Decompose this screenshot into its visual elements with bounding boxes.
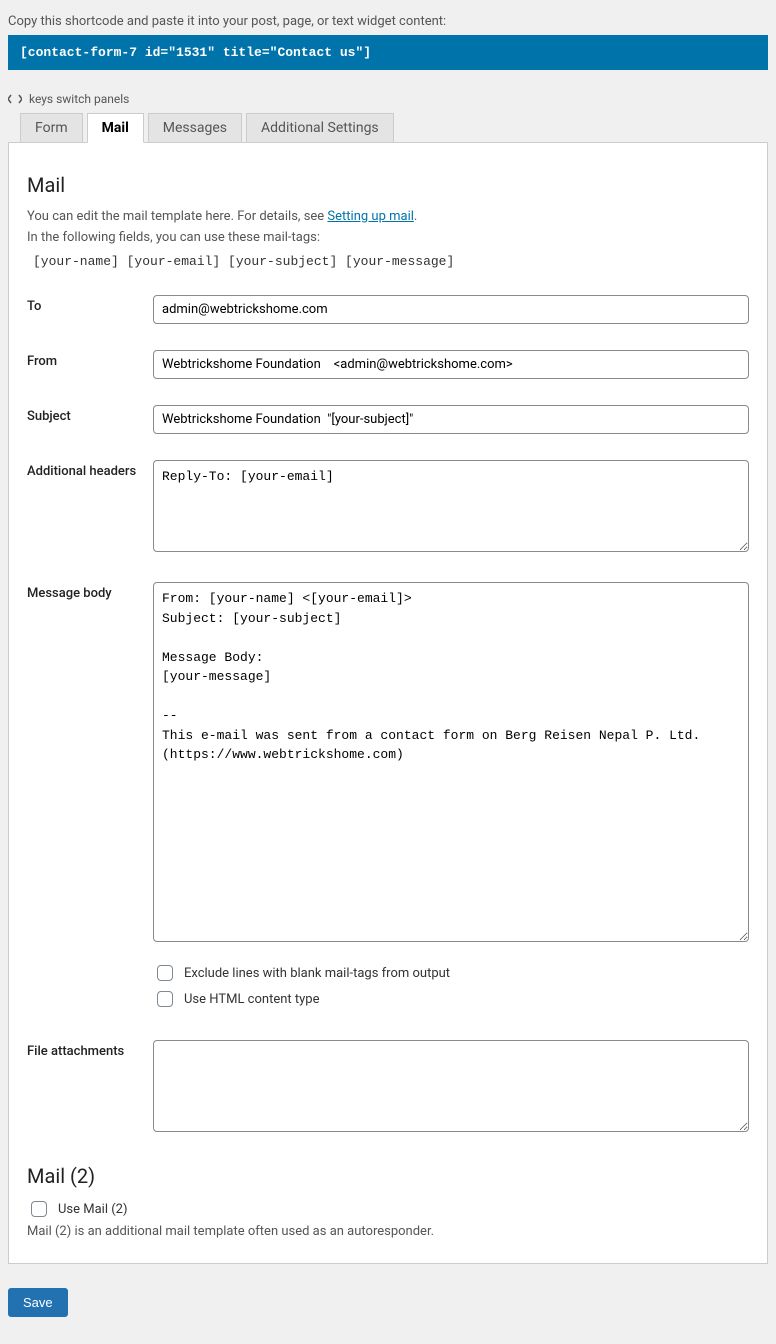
use-html-label[interactable]: Use HTML content type [184,992,319,1007]
shortcode-code[interactable]: [contact-form-7 id="1531" title="Contact… [8,35,768,70]
mail-intro2: In the following fields, you can use the… [27,230,320,245]
use-mail2-checkbox[interactable] [31,1201,47,1217]
additional-headers-input[interactable] [153,460,749,552]
additional-headers-label: Additional headers [27,460,153,556]
keys-switch-text: keys switch panels [29,92,129,106]
keys-switch-hint: keys switch panels [8,92,768,107]
tab-messages[interactable]: Messages [148,113,242,143]
subject-input[interactable] [153,405,749,434]
file-attachments-label: File attachments [27,1040,153,1136]
mail2-hint: Mail (2) is an additional mail template … [27,1224,749,1239]
exclude-blank-checkbox[interactable] [157,965,173,981]
shortcode-instruction: Copy this shortcode and paste it into yo… [8,14,768,29]
tab-nav: Form Mail Messages Additional Settings [8,113,768,143]
from-label: From [27,350,153,379]
to-input[interactable] [153,295,749,324]
mail2-section-title: Mail (2) [27,1164,749,1188]
tab-form[interactable]: Form [20,113,83,143]
tab-additional-settings[interactable]: Additional Settings [246,113,394,143]
mail-intro: You can edit the mail template here. For… [27,207,749,249]
use-mail2-label[interactable]: Use Mail (2) [58,1202,128,1217]
from-input[interactable] [153,350,749,379]
mail-tags-list: [your-name] [your-email] [your-subject] … [33,254,749,269]
save-button[interactable]: Save [8,1288,68,1317]
mail-panel: Mail You can edit the mail template here… [8,142,768,1265]
message-body-label: Message body [27,582,153,1014]
setting-up-mail-link[interactable]: Setting up mail [327,209,413,224]
message-body-input[interactable] [153,582,749,942]
mail-intro-suffix: . [414,209,417,224]
use-html-checkbox[interactable] [157,991,173,1007]
exclude-blank-label[interactable]: Exclude lines with blank mail-tags from … [184,966,450,981]
tab-mail[interactable]: Mail [87,113,144,143]
mail-section-title: Mail [27,173,749,197]
subject-label: Subject [27,405,153,434]
file-attachments-input[interactable] [153,1040,749,1132]
arrows-icon [8,93,22,107]
to-label: To [27,295,153,324]
mail-intro-prefix: You can edit the mail template here. For… [27,209,327,224]
